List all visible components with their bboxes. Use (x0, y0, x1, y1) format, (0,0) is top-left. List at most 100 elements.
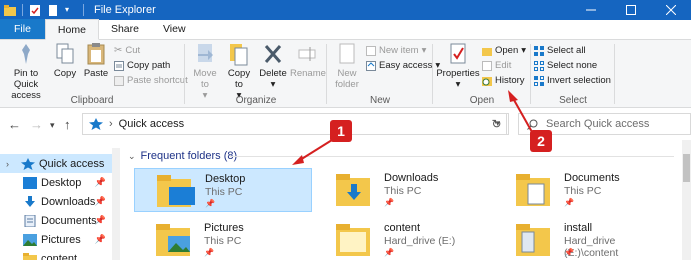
frequent-folders-header[interactable]: ⌄ Frequent folders (8) (128, 150, 237, 162)
delete-icon (264, 45, 282, 63)
scrollbar-thumb[interactable] (683, 154, 690, 182)
folder-icon (22, 252, 38, 260)
folder-tile-install[interactable]: install Hard_drive (E:)\content 📌 (494, 218, 672, 260)
copy-icon (56, 43, 74, 64)
new-folder-button[interactable]: New folder (330, 42, 364, 90)
up-arrow-icon[interactable]: ↑ (64, 117, 71, 132)
pin-icon[interactable]: 📌 (95, 196, 106, 207)
properties-label: Properties (436, 68, 480, 79)
folder-location: This PC (384, 185, 422, 197)
pin-icon[interactable]: 📌 (95, 234, 106, 245)
rename-label: Rename (290, 68, 326, 79)
breadcrumb[interactable]: Quick access (119, 118, 184, 130)
refresh-button[interactable]: ↻ (485, 113, 509, 135)
copy-path-button[interactable]: Copy path (114, 58, 170, 73)
title-bar: ▾ File Explorer (0, 0, 691, 20)
new-group-label: New (369, 95, 390, 106)
select-none-label: Select none (547, 60, 598, 71)
paste-shortcut-button[interactable]: Paste shortcut (114, 73, 188, 88)
content-pane: ⌄ Frequent folders (8) Desktop This PC 📌… (122, 140, 682, 260)
desktop-icon (22, 176, 38, 190)
paste-icon (87, 43, 105, 65)
window-controls (571, 0, 691, 20)
customize-toolbar-icon[interactable]: ▾ (65, 5, 77, 16)
paste-button[interactable]: Paste (82, 42, 110, 79)
divider (432, 44, 433, 104)
star-icon (20, 157, 36, 171)
pin-icon[interactable]: 📌 (95, 177, 106, 188)
folder-location: This PC (205, 186, 243, 198)
folder-tile-desktop[interactable]: Desktop This PC 📌 (134, 168, 312, 212)
select-none-button[interactable]: Select none (534, 58, 597, 73)
folder-tile-content[interactable]: content Hard_drive (E:) 📌 (314, 218, 492, 260)
pin-icon[interactable]: 📌 (95, 215, 106, 226)
address-bar[interactable]: › Quick access ▾ (82, 113, 507, 135)
paste-shortcut-icon (114, 75, 124, 86)
pin-to-quick-access-button[interactable]: Pin to Quick access (2, 42, 50, 101)
open-button[interactable]: Open ▾ (482, 43, 526, 58)
forward-arrow-icon[interactable]: → (30, 117, 43, 132)
recent-locations-icon[interactable]: ▾ (50, 120, 55, 131)
nav-item-documents[interactable]: Documents 📌 (0, 211, 120, 230)
new-folder-label: New folder (335, 68, 359, 90)
maximize-button[interactable] (611, 0, 651, 20)
folder-icon (4, 4, 16, 16)
select-all-button[interactable]: Select all (534, 43, 586, 58)
nav-item-desktop[interactable]: Desktop 📌 (0, 173, 120, 192)
tab-home[interactable]: Home (44, 19, 99, 40)
folder-name: Downloads (384, 172, 439, 184)
rename-icon (298, 47, 316, 61)
navigation-pane: › Quick access Desktop 📌 Downloads 📌 Doc… (0, 148, 120, 260)
copy-button[interactable]: Copy (52, 42, 78, 79)
history-button[interactable]: History (482, 73, 525, 88)
cut-button[interactable]: ✂ Cut (114, 43, 140, 58)
folder-tile-pictures[interactable]: Pictures This PC 📌 (134, 218, 312, 260)
invert-selection-button[interactable]: Invert selection (534, 73, 611, 88)
new-folder-icon[interactable] (47, 4, 59, 16)
content-scrollbar[interactable] (682, 140, 691, 260)
new-item-button[interactable]: New item ▾ (366, 43, 426, 58)
ribbon: Pin to Quick access Copy Paste ✂ Cut Cop… (0, 40, 691, 108)
properties-button[interactable]: Properties ▾ (436, 42, 480, 90)
nav-item-pictures[interactable]: Pictures 📌 (0, 230, 120, 249)
close-button[interactable] (651, 0, 691, 20)
nav-item-label: Documents (41, 214, 97, 227)
history-label: History (495, 75, 525, 86)
tab-view[interactable]: View (151, 19, 198, 39)
organize-group-label: Organize (235, 95, 277, 106)
minimize-button[interactable] (571, 0, 611, 20)
download-icon (22, 195, 38, 209)
divider (83, 4, 84, 16)
pin-icon (22, 44, 30, 64)
nav-item-content[interactable]: content (0, 249, 120, 260)
back-arrow-icon[interactable]: ← (8, 117, 21, 132)
nav-item-downloads[interactable]: Downloads 📌 (0, 192, 120, 211)
pictures-folder-icon (156, 222, 196, 260)
divider (530, 44, 531, 104)
copy-path-label: Copy path (127, 60, 171, 71)
annotation-badge-1: 1 (330, 120, 352, 142)
properties-icon[interactable] (29, 4, 41, 16)
tab-file[interactable]: File (0, 19, 45, 39)
nav-pane-scrollbar[interactable] (112, 148, 120, 260)
copy-to-button[interactable]: Copy to ▾ (224, 42, 254, 101)
tab-share[interactable]: Share (99, 19, 151, 39)
rename-button[interactable]: Rename (290, 42, 326, 79)
open-label: Open (495, 45, 519, 56)
breadcrumb-separator-icon: › (109, 118, 113, 130)
edit-label: Edit (495, 60, 512, 71)
delete-button[interactable]: Delete ▾ (258, 42, 288, 90)
folder-tile-documents[interactable]: Documents This PC 📌 (494, 168, 672, 212)
nav-item-quick-access[interactable]: › Quick access (0, 154, 120, 173)
move-to-button[interactable]: Move to ▾ (190, 42, 220, 101)
easy-access-button[interactable]: Easy access ▾ (366, 58, 440, 73)
pictures-icon (22, 233, 38, 247)
nav-item-label: content (41, 252, 78, 260)
edit-button[interactable]: Edit (482, 58, 511, 73)
folder-location: Hard_drive (E:)\content (564, 235, 619, 259)
move-to-icon (198, 44, 213, 62)
nav-item-label: Quick access (39, 157, 105, 170)
nav-item-label: Pictures (41, 233, 81, 246)
folder-tile-downloads[interactable]: Downloads This PC 📌 (314, 168, 492, 212)
move-to-label: Move to (193, 68, 217, 90)
